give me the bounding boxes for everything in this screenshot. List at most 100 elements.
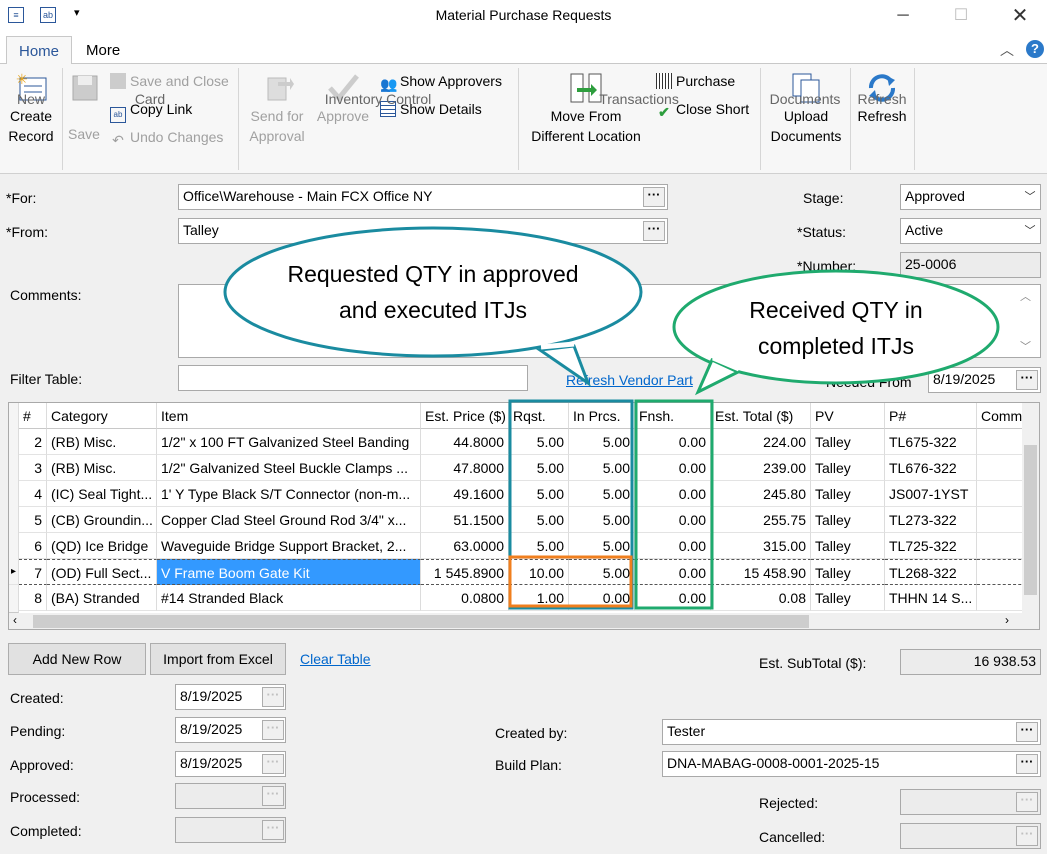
items-table[interactable]: # Category Item Est. Price ($) Rqst. In Prcs.… [8,402,1040,630]
table-cell-est-price[interactable]: 1 545.8900 [421,559,509,585]
save-and-close-button[interactable]: Save and Close [110,70,229,92]
table-cell-est-price[interactable]: 51.1500 [421,507,509,533]
upload-documents-button[interactable]: Upload Documents [764,72,848,146]
table-cell-row-number[interactable]: 7 [19,559,47,585]
table-cell-row-number[interactable]: 2 [19,429,47,455]
column-header-part-number[interactable]: P# [885,403,977,429]
table-cell-est-price[interactable]: 47.8000 [421,455,509,481]
minimize-button[interactable]: ─ [888,4,918,28]
table-cell-category[interactable]: (CB) Groundin... [47,507,157,533]
table-cell-category[interactable]: (RB) Misc. [47,429,157,455]
table-cell-item[interactable]: 1/2" Galvanized Steel Buckle Clamps ... [157,455,421,481]
created-by-field[interactable]: Tester [662,719,1041,745]
build-plan-field[interactable]: DNA-MABAG-0008-0001-2025-15 [662,751,1041,777]
table-cell-pv[interactable]: Talley [811,481,885,507]
table-cell-part-number[interactable]: TL273-322 [885,507,977,533]
table-cell-item[interactable]: Copper Clad Steel Ground Rod 3/4" x... [157,507,421,533]
tab-home[interactable]: Home [6,36,73,65]
table-cell-est-price[interactable]: 44.8000 [421,429,509,455]
table-cell-category[interactable]: (IC) Seal Tight... [47,481,157,507]
table-cell-item[interactable]: V Frame Boom Gate Kit [157,559,421,585]
completed-browse-button[interactable]: ··· [262,820,284,840]
table-cell-est-total[interactable]: 224.00 [711,429,811,455]
scroll-right-icon[interactable]: › [1005,613,1009,627]
stage-chevron-down-icon[interactable]: ﹀ [1023,187,1037,207]
comments-scroll-up-icon[interactable]: ︿ [1020,288,1031,304]
table-cell-item[interactable]: 1/2" x 100 FT Galvanized Steel Banding [157,429,421,455]
table-cell-in-process-qty[interactable]: 5.00 [569,455,635,481]
column-header-est-price[interactable]: Est. Price ($) [421,403,509,429]
grid-vertical-scroll-thumb[interactable] [1024,445,1037,595]
for-field[interactable]: Office\Warehouse - Main FCX Office NY [178,184,668,210]
collapse-ribbon-icon[interactable]: ︿ [1000,40,1014,60]
status-chevron-down-icon[interactable]: ﹀ [1023,221,1037,241]
move-from-different-location-button[interactable]: Move From Different Location [522,72,650,146]
import-from-excel-button[interactable]: Import from Excel [150,643,286,675]
table-cell-est-total[interactable]: 315.00 [711,533,811,559]
table-cell-pv[interactable]: Talley [811,533,885,559]
table-cell-in-process-qty[interactable]: 5.00 [569,429,635,455]
table-cell-category[interactable]: (RB) Misc. [47,455,157,481]
table-cell-part-number[interactable]: TL268-322 [885,559,977,585]
approved-browse-button[interactable]: ··· [262,754,284,774]
created-browse-button[interactable]: ··· [262,687,284,707]
processed-browse-button[interactable]: ··· [262,786,284,806]
table-cell-pv[interactable]: Talley [811,429,885,455]
show-approvers-button[interactable]: 👥 Show Approvers [380,70,502,92]
send-for-approval-button[interactable]: Send for Approval [244,72,310,146]
table-cell-pv[interactable]: Talley [811,559,885,585]
table-cell-finished-qty[interactable]: 0.00 [635,585,711,611]
rejected-browse-button[interactable]: ··· [1016,792,1038,812]
created-by-browse-button[interactable]: ··· [1016,722,1038,742]
status-select[interactable]: Active [900,218,1041,244]
for-browse-button[interactable]: ··· [643,187,665,207]
table-cell-est-total[interactable]: 0.08 [711,585,811,611]
save-button[interactable]: Save [64,72,104,144]
table-cell-est-total[interactable]: 239.00 [711,455,811,481]
table-cell-in-process-qty[interactable]: 5.00 [569,507,635,533]
table-cell-est-price[interactable]: 63.0000 [421,533,509,559]
build-plan-browse-button[interactable]: ··· [1016,754,1038,774]
table-cell-row-number[interactable]: 8 [19,585,47,611]
table-cell-finished-qty[interactable]: 0.00 [635,533,711,559]
stage-select[interactable]: Approved [900,184,1041,210]
table-cell-finished-qty[interactable]: 0.00 [635,559,711,585]
column-header-item[interactable]: Item [157,403,421,429]
table-cell-finished-qty[interactable]: 0.00 [635,455,711,481]
column-header-finished-qty[interactable]: Fnsh. [635,403,711,429]
table-cell-est-total[interactable]: 245.80 [711,481,811,507]
refresh-vendor-part-link[interactable]: Refresh Vendor Part [566,372,693,388]
create-record-button[interactable]: ✳ Create Record [4,72,58,146]
cancelled-browse-button[interactable]: ··· [1016,826,1038,846]
table-cell-in-process-qty[interactable]: 5.00 [569,559,635,585]
table-cell-item[interactable]: #14 Stranded Black [157,585,421,611]
undo-changes-button[interactable]: ↶ Undo Changes [110,126,223,148]
table-cell-pv[interactable]: Talley [811,507,885,533]
table-cell-est-total[interactable]: 15 458.90 [711,559,811,585]
table-cell-item[interactable]: 1' Y Type Black S/T Connector (non-m... [157,481,421,507]
table-cell-category[interactable]: (BA) Stranded [47,585,157,611]
table-cell-row-number[interactable]: 5 [19,507,47,533]
table-cell-est-price[interactable]: 49.1600 [421,481,509,507]
column-header-est-total[interactable]: Est. Total ($) [711,403,811,429]
table-cell-part-number[interactable]: TL675-322 [885,429,977,455]
table-cell-requested-qty[interactable]: 1.00 [509,585,569,611]
column-header-requested-qty[interactable]: Rqst. [509,403,569,429]
from-browse-button[interactable]: ··· [643,221,665,241]
table-cell-finished-qty[interactable]: 0.00 [635,429,711,455]
tab-more[interactable]: More [74,36,132,65]
table-cell-pv[interactable]: Talley [811,585,885,611]
table-cell-requested-qty[interactable]: 5.00 [509,507,569,533]
table-cell-pv[interactable]: Talley [811,455,885,481]
table-cell-row-number[interactable]: 4 [19,481,47,507]
table-cell-part-number[interactable]: THHN 14 S... [885,585,977,611]
needed-from-browse-button[interactable]: ··· [1016,370,1038,390]
table-cell-requested-qty[interactable]: 10.00 [509,559,569,585]
table-cell-in-process-qty[interactable]: 0.00 [569,585,635,611]
table-cell-part-number[interactable]: TL676-322 [885,455,977,481]
help-icon[interactable]: ? [1026,40,1044,58]
column-header-category[interactable]: Category [47,403,157,429]
pending-browse-button[interactable]: ··· [262,720,284,740]
scroll-left-icon[interactable]: ‹ [13,613,17,627]
from-field[interactable]: Talley [178,218,668,244]
